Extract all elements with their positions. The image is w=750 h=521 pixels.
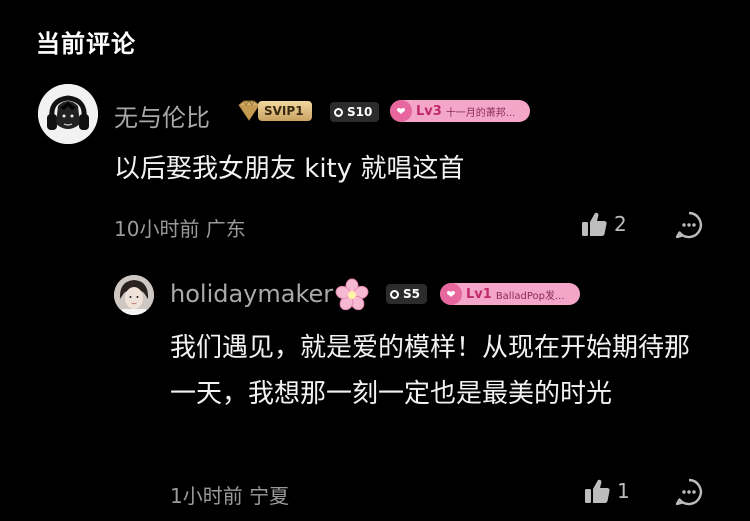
fan-group-name: 十一月的萧邦... [445, 107, 516, 119]
like-button[interactable]: 2 [580, 210, 627, 238]
reply-text: 我们遇见，就是爱的模样！从现在开始期待那一天，我想那一刻一定也是最美的时光 [170, 333, 691, 409]
like-button[interactable]: 1 [583, 477, 630, 505]
heart-icon: ❤ [390, 100, 412, 122]
like-count: 1 [617, 479, 630, 503]
svip-badge[interactable]: SVIP1 [236, 100, 312, 122]
reply-username[interactable]: holidaymaker [170, 280, 333, 308]
fan-level: Lv1 [466, 286, 492, 302]
fan-level-badge[interactable]: ❤ Lv3 十一月的萧邦... [390, 100, 530, 122]
comment-bubble-icon[interactable] [674, 210, 704, 240]
like-count: 2 [614, 212, 627, 236]
ring-icon [390, 289, 399, 299]
avatar-image [38, 84, 98, 144]
comment-text: 以后娶我女朋友 kity 就唱这首 [114, 154, 465, 184]
cherry-blossom-icon [335, 278, 369, 311]
fan-level: Lv3 [416, 103, 442, 119]
ring-icon [334, 107, 343, 117]
fan-group-name: BalladPop发... [495, 290, 565, 302]
s-level-badge[interactable]: S10 [330, 102, 380, 122]
s-level-label: S5 [403, 287, 420, 301]
avatar-image [114, 275, 154, 315]
comment-bubble-icon[interactable] [674, 477, 704, 507]
fan-level-badge[interactable]: ❤ Lv1 BalladPop发... [440, 283, 580, 305]
s-level-badge[interactable]: S5 [386, 284, 427, 304]
thumbs-up-icon [582, 212, 607, 236]
heart-icon: ❤ [440, 283, 462, 305]
svip-label: SVIP1 [258, 101, 312, 121]
thumbs-up-icon [585, 479, 610, 503]
reply-meta: 1小时前 宁夏 [170, 484, 290, 508]
comment-meta: 10小时前 广东 [114, 217, 246, 241]
avatar[interactable] [38, 84, 98, 144]
s-level-label: S10 [347, 105, 373, 119]
page-title: 当前评论 [36, 30, 136, 58]
username[interactable]: 无与伦比 [114, 98, 210, 133]
reply-avatar[interactable] [114, 275, 154, 315]
